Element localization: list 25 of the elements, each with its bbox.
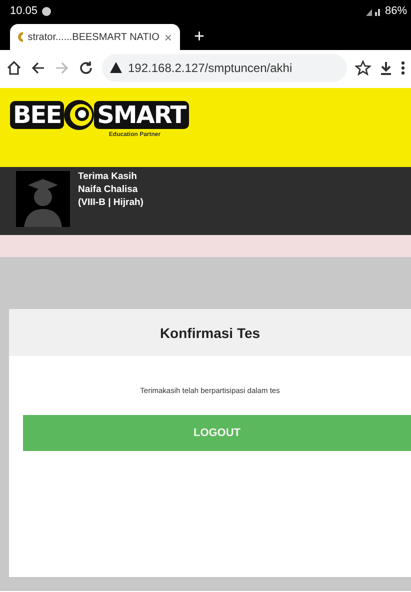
new-tab-button[interactable]: + <box>186 26 213 46</box>
address-bar[interactable]: 192.168.2.127/smptuncen/akhi <box>102 54 347 82</box>
notification-icon <box>42 6 51 16</box>
logo-text: SMART <box>94 101 189 129</box>
browser-tab[interactable]: strator......BEESMART NATIO × <box>10 24 180 50</box>
card-title: Konfirmasi Tes <box>160 324 260 340</box>
signal-icon <box>366 6 382 16</box>
home-icon[interactable] <box>6 60 22 76</box>
greeting-text: Terima Kasih <box>78 171 138 182</box>
student-class: (VIII-B | Hijrah) <box>78 197 144 208</box>
logo-text: BEE <box>10 101 64 129</box>
star-icon[interactable] <box>355 60 371 76</box>
clock: 10.05 <box>10 5 38 17</box>
reload-icon[interactable] <box>78 60 94 76</box>
student-name: Naifa Chalisa <box>78 184 139 195</box>
site-icon <box>18 32 23 42</box>
close-tab-button[interactable]: × <box>164 30 172 44</box>
warning-icon <box>110 62 122 73</box>
tab-title: strator......BEESMART NATIO <box>28 32 160 42</box>
avatar-icon <box>16 171 70 227</box>
logo-icon <box>64 98 94 132</box>
battery-level: 86% <box>384 5 407 17</box>
menu-icon[interactable] <box>401 60 405 76</box>
download-icon[interactable] <box>379 60 393 76</box>
back-icon[interactable] <box>30 60 46 76</box>
